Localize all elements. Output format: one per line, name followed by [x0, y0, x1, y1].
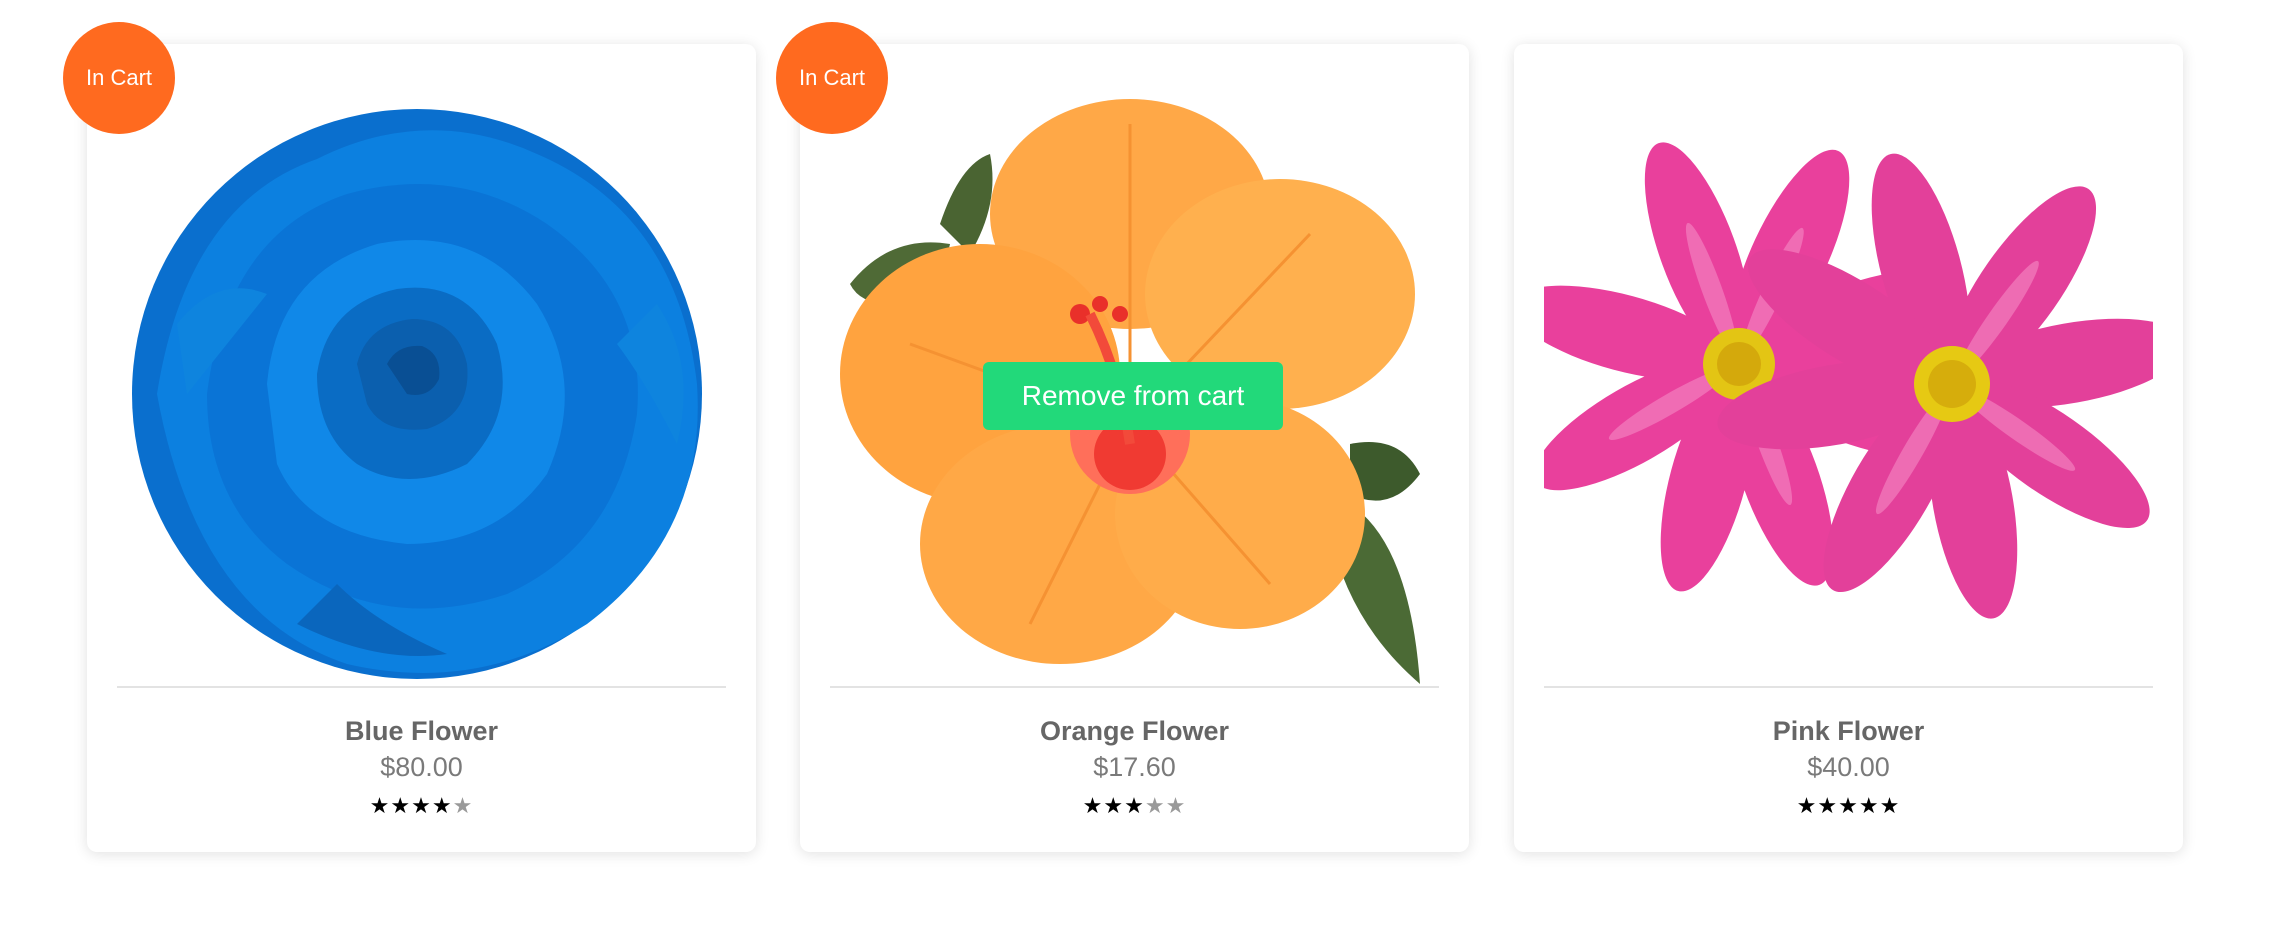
product-price: $80.00 — [380, 752, 463, 782]
product-card[interactable]: Pink Flower $40.00 ★★★★★ — [1514, 44, 2183, 852]
blue-rose-image[interactable] — [117, 64, 726, 704]
product-card[interactable]: Orange Flower $17.60 ★★★★★ — [800, 44, 1469, 852]
star-filled-icon: ★ — [1796, 794, 1818, 819]
star-filled-icon: ★ — [411, 794, 432, 819]
star-empty-icon: ★ — [1165, 794, 1187, 819]
star-filled-icon: ★ — [1103, 794, 1125, 819]
card-divider — [117, 686, 726, 688]
product-name: Blue Flower — [344, 716, 499, 746]
product-name: Pink Flower — [1772, 716, 1925, 746]
product-price: $17.60 — [1093, 752, 1176, 782]
star-filled-icon: ★ — [1124, 794, 1145, 819]
star-filled-icon: ★ — [1082, 794, 1104, 819]
rating-stars: ★★★★★ — [87, 794, 756, 819]
card-divider — [830, 686, 1439, 688]
star-filled-icon: ★ — [1838, 794, 1859, 819]
remove-from-cart-button[interactable]: Remove from cart — [983, 362, 1283, 430]
star-filled-icon: ★ — [1858, 794, 1880, 819]
star-filled-icon: ★ — [1879, 794, 1901, 819]
product-price: $40.00 — [1807, 752, 1890, 782]
star-filled-icon: ★ — [369, 794, 391, 819]
product-name: Orange Flower — [1039, 716, 1230, 746]
product-card[interactable]: Blue Flower $80.00 ★★★★★ — [87, 44, 756, 852]
blue-rose-icon — [132, 109, 702, 679]
star-empty-icon: ★ — [1144, 794, 1166, 819]
star-filled-icon: ★ — [390, 794, 412, 819]
star-empty-icon: ★ — [452, 794, 474, 819]
in-cart-badge: In Cart — [776, 22, 888, 134]
pink-cosmos-icon — [1544, 142, 2153, 619]
card-divider — [1544, 686, 2153, 688]
in-cart-badge: In Cart — [63, 22, 175, 134]
rating-stars: ★★★★★ — [1514, 794, 2183, 819]
star-filled-icon: ★ — [1817, 794, 1839, 819]
pink-cosmos-image[interactable] — [1544, 64, 2153, 704]
star-filled-icon: ★ — [431, 794, 453, 819]
rating-stars: ★★★★★ — [800, 794, 1469, 819]
